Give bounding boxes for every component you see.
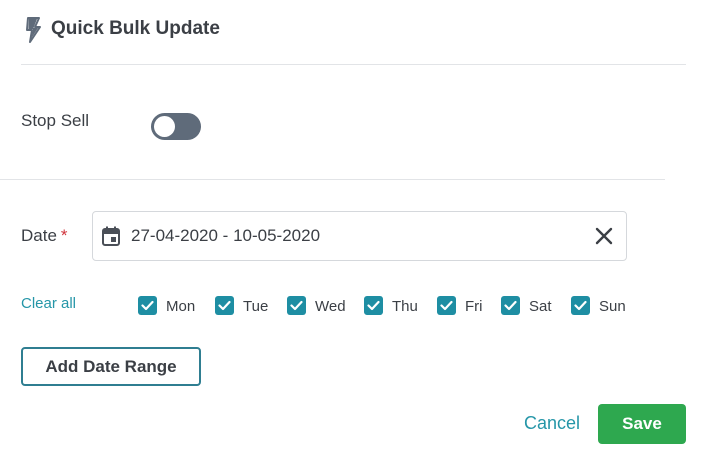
date-label-text: Date [21, 226, 57, 245]
checkbox-checked-icon [287, 295, 306, 315]
lightning-bolt-icon [24, 16, 42, 44]
cancel-button[interactable]: Cancel [524, 413, 580, 433]
checkbox-checked-icon [364, 295, 383, 315]
date-label: Date * [21, 226, 68, 246]
day-checkbox-thu[interactable]: Thu [364, 294, 418, 316]
day-label: Sat [529, 298, 552, 315]
toggle-knob [154, 116, 175, 137]
day-checkbox-mon[interactable]: Mon [138, 294, 195, 316]
checkbox-checked-icon [215, 295, 234, 315]
date-range-value: 27-04-2020 - 10-05-2020 [131, 226, 321, 245]
stop-sell-toggle[interactable] [151, 113, 201, 140]
date-range-input[interactable]: 27-04-2020 - 10-05-2020 [92, 211, 627, 261]
calendar-icon [102, 226, 120, 246]
clear-all-link[interactable]: Clear all [21, 295, 76, 313]
required-marker: * [60, 226, 68, 245]
day-checkbox-tue[interactable]: Tue [215, 294, 268, 316]
stop-sell-label: Stop Sell [21, 111, 90, 130]
day-checkbox-sun[interactable]: Sun [571, 294, 626, 316]
header-divider [21, 64, 686, 65]
day-checkbox-wed[interactable]: Wed [287, 294, 346, 316]
page-title: Quick Bulk Update [51, 18, 220, 39]
close-icon[interactable] [594, 226, 614, 246]
day-label: Tue [243, 298, 269, 315]
day-label: Thu [392, 298, 418, 315]
day-label: Wed [315, 298, 346, 315]
checkbox-checked-icon [437, 295, 456, 315]
day-checkbox-sat[interactable]: Sat [501, 294, 552, 316]
day-checkbox-fri[interactable]: Fri [437, 294, 483, 316]
day-label: Mon [166, 298, 196, 315]
checkbox-checked-icon [571, 295, 590, 315]
add-date-range-button[interactable]: Add Date Range [21, 347, 201, 386]
section-divider [0, 179, 665, 180]
save-button[interactable]: Save [598, 404, 686, 444]
checkbox-checked-icon [501, 295, 520, 315]
day-label: Sun [599, 298, 626, 315]
day-label: Fri [465, 298, 483, 315]
checkbox-checked-icon [138, 295, 157, 315]
